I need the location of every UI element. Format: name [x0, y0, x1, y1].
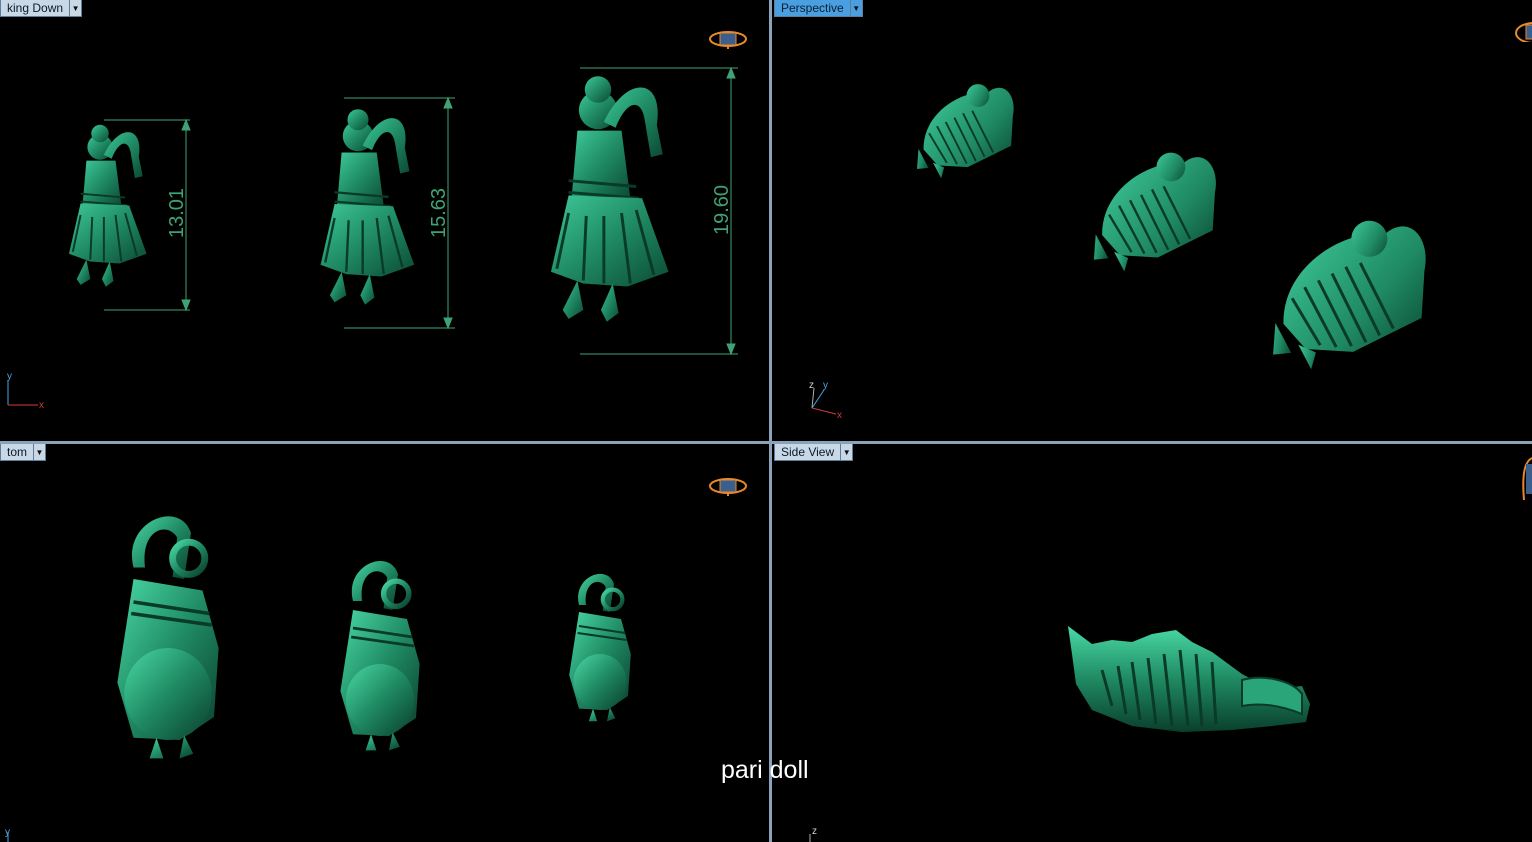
viewport-tab-label[interactable]: king Down: [0, 0, 71, 17]
axis-triad: y: [5, 827, 10, 842]
svg-text:z: z: [812, 826, 817, 837]
viewport-bottom[interactable]: tom ▼ y: [0, 444, 769, 842]
viewport-tab-label[interactable]: tom: [0, 444, 35, 461]
viewport-tab-label[interactable]: Side View: [774, 444, 842, 461]
dimension-value-1: 13.01: [166, 188, 188, 238]
perspective-scene: z y x: [809, 75, 1449, 421]
chevron-down-icon[interactable]: ▼: [850, 0, 863, 17]
dancer-figurine-1: [898, 75, 1029, 185]
dancer-figurine-3: [1244, 206, 1449, 380]
dimension-value-3: 19.60: [711, 185, 733, 235]
viewport-tab-bottom[interactable]: tom ▼: [0, 444, 47, 461]
dancer-figurine-2: [340, 561, 419, 750]
dancer-figurine-1: [117, 516, 218, 758]
dimension-value-2: 15.63: [428, 188, 450, 238]
viewport-tab-side[interactable]: Side View ▼: [774, 444, 854, 461]
chevron-down-icon[interactable]: ▼: [841, 444, 854, 461]
svg-text:y: y: [823, 380, 828, 391]
chevron-down-icon[interactable]: ▼: [70, 0, 83, 17]
svg-text:y: y: [7, 371, 12, 382]
caption-text: pari doll: [721, 756, 809, 784]
chevron-down-icon[interactable]: ▼: [34, 444, 47, 461]
dancer-figurine-3: [549, 74, 671, 324]
dancer-figurine-3: [569, 574, 631, 721]
axis-triad: y x: [7, 371, 44, 411]
svg-text:y: y: [5, 827, 10, 838]
bottom-view-scene: y: [5, 444, 769, 842]
side-view-scene: z: [809, 626, 1310, 842]
viewport-top[interactable]: king Down ▼ 13.01 15.63 19.60 y x: [0, 0, 769, 441]
svg-text:x: x: [39, 400, 44, 411]
dancer-figurine-2: [1070, 141, 1235, 280]
viewport-tab-perspective[interactable]: Perspective ▼: [774, 0, 863, 17]
viewport-tab-label[interactable]: Perspective: [774, 0, 851, 17]
viewport-tab-top[interactable]: king Down ▼: [0, 0, 83, 17]
viewport-splitter-horizontal[interactable]: [0, 441, 1532, 444]
viewport-splitter-vertical[interactable]: [769, 0, 772, 842]
dancer-figurine-1: [67, 123, 148, 288]
axis-triad: z y x: [809, 380, 842, 421]
dancer-figurine-side: [1068, 626, 1310, 732]
axis-triad: z: [809, 826, 817, 842]
viewport-side[interactable]: Side View ▼ z: [772, 444, 1532, 842]
svg-text:x: x: [837, 410, 842, 421]
viewport-perspective[interactable]: Perspective ▼ z y x: [772, 0, 1532, 441]
dancer-figurine-2: [319, 108, 416, 306]
svg-text:z: z: [809, 380, 814, 391]
top-view-scene: 13.01 15.63 19.60 y x: [7, 66, 738, 411]
